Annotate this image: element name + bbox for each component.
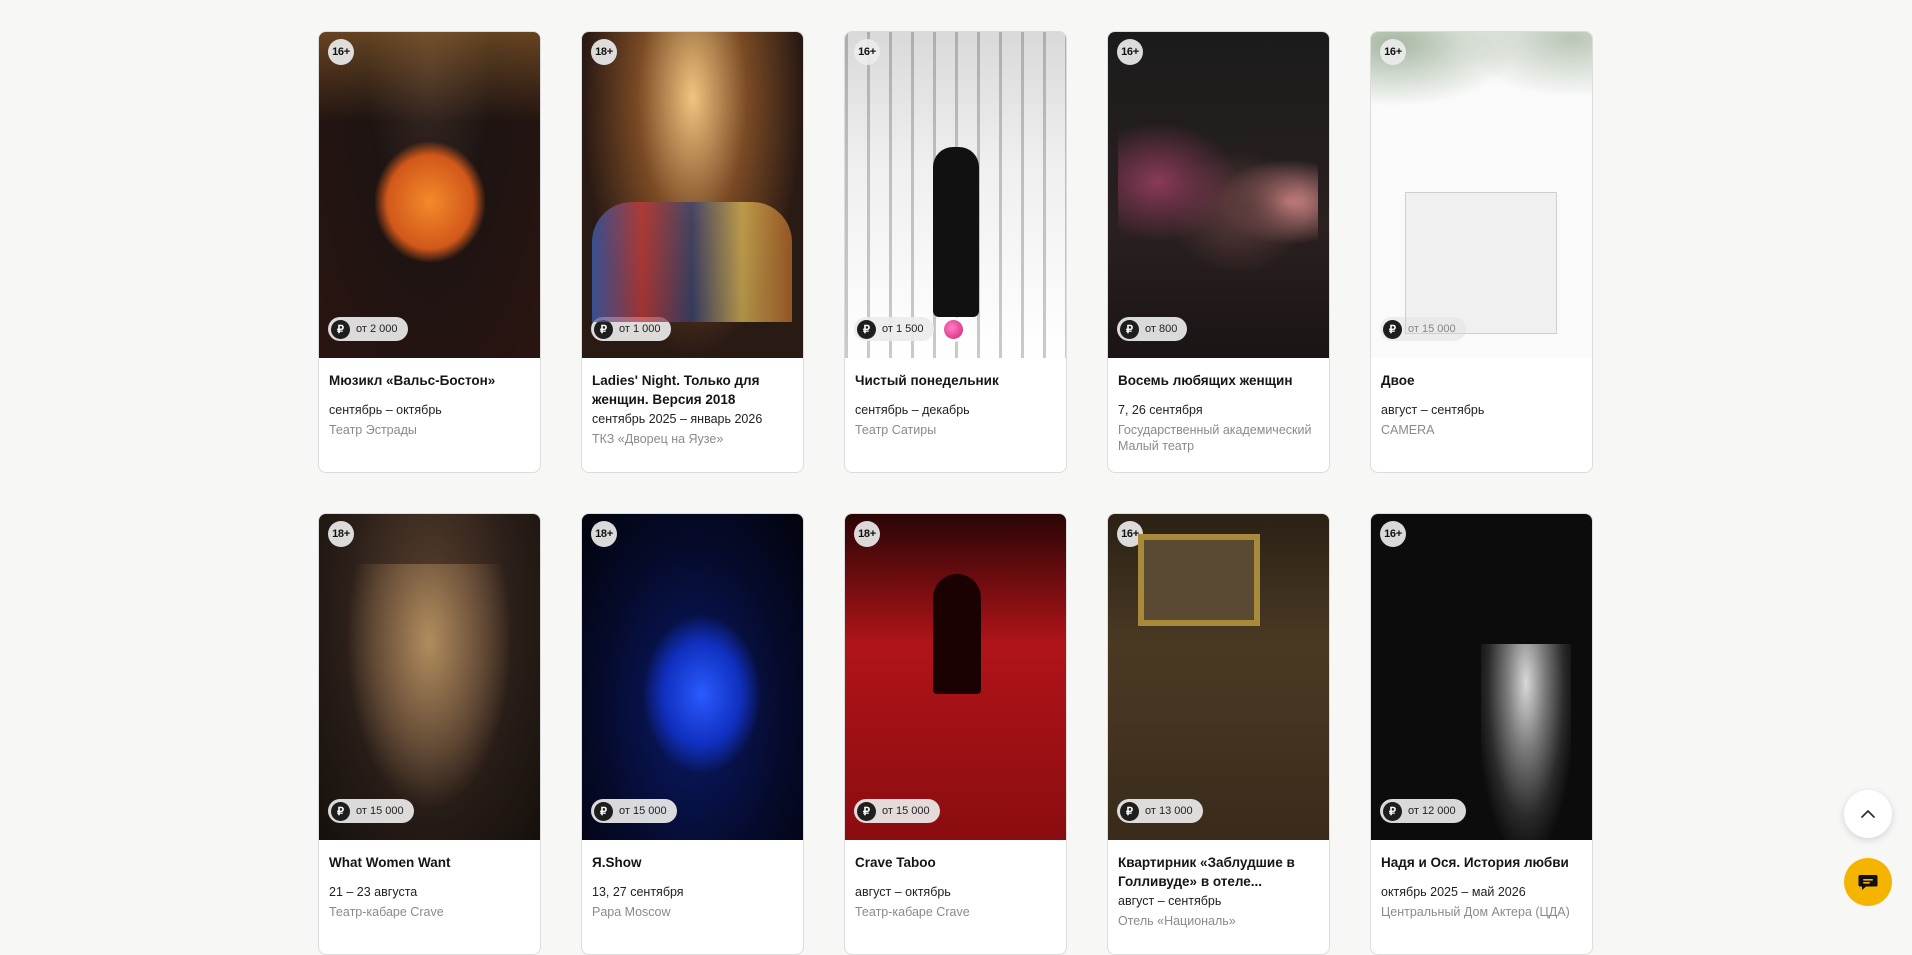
price-badge: ₽ от 15 000 [1380,317,1466,341]
age-rating-badge: 16+ [328,39,354,65]
scroll-to-top-button[interactable] [1844,790,1892,838]
price-label: от 2 000 [356,323,398,335]
event-dates: август – октябрь [855,885,951,899]
event-dates: сентябрь 2025 – январь 2026 [592,412,763,426]
price-label: от 15 000 [882,805,930,817]
age-rating-badge: 16+ [1380,521,1406,547]
chevron-up-icon [1861,810,1875,818]
age-rating-badge: 16+ [854,39,880,65]
event-dates: октябрь 2025 – май 2026 [1381,885,1526,899]
ruble-icon: ₽ [594,801,613,821]
event-title[interactable]: Квартирник «Заблудшие в Голливуде» в оте… [1118,853,1319,891]
age-rating-badge: 18+ [328,521,354,547]
price-label: от 13 000 [1145,805,1193,817]
event-dates: август – сентябрь [1118,894,1222,908]
price-badge: ₽ от 2 000 [328,317,408,341]
price-badge: ₽ от 15 000 [328,799,414,823]
price-label: от 1 000 [619,323,661,335]
ruble-icon: ₽ [1383,319,1402,339]
event-poster[interactable]: 18+ ₽ от 15 000 [582,514,803,840]
price-label: от 15 000 [1408,323,1456,335]
event-card[interactable]: 16+ ₽ от 12 000 Надя и Ося. История любв… [1370,513,1593,955]
event-venue: Театр Эстрады [329,423,417,437]
event-poster[interactable]: 18+ ₽ от 15 000 [845,514,1066,840]
ruble-icon: ₽ [1120,319,1139,339]
age-rating-badge: 16+ [1380,39,1406,65]
age-rating-badge: 18+ [591,39,617,65]
event-poster[interactable]: 16+ ₽ от 2 000 [319,32,540,358]
event-poster[interactable]: 16+ ₽ от 15 000 [1371,32,1592,358]
event-title[interactable]: Чистый понедельник [855,371,1056,390]
event-dates: сентябрь – октябрь [329,403,442,417]
event-venue: Государственный академический Малый теат… [1118,423,1312,453]
event-title[interactable]: Мюзикл «Вальс-Бостон» [329,371,530,390]
event-card[interactable]: 16+ ₽ от 1 500 Чистый понедельник сентяб… [844,31,1067,473]
promo-badge-icon [941,317,966,342]
event-venue: Театр-кабаре Crave [855,905,970,919]
price-label: от 15 000 [619,805,667,817]
chat-bubble-icon [1858,875,1878,890]
event-title[interactable]: Я.Show [592,853,793,872]
price-label: от 800 [1145,323,1178,335]
event-poster[interactable]: 18+ ₽ от 1 000 [582,32,803,358]
event-title[interactable]: Ladies' Night. Только для женщин. Версия… [592,371,793,409]
event-card[interactable]: 16+ ₽ от 13 000 Квартирник «Заблудшие в … [1107,513,1330,955]
price-label: от 12 000 [1408,805,1456,817]
ruble-icon: ₽ [857,801,876,821]
price-badge: ₽ от 12 000 [1380,799,1466,823]
age-rating-badge: 18+ [854,521,880,547]
event-card[interactable]: 16+ ₽ от 800 Восемь любящих женщин 7, 26… [1107,31,1330,473]
event-title[interactable]: What Women Want [329,853,530,872]
price-badge: ₽ от 15 000 [854,799,940,823]
ruble-icon: ₽ [857,319,876,339]
event-venue: ТКЗ «Дворец на Яузе» [592,432,724,446]
price-badge: ₽ от 15 000 [591,799,677,823]
event-poster[interactable]: 16+ ₽ от 800 [1108,32,1329,358]
event-grid: 16+ ₽ от 2 000 Мюзикл «Вальс-Бостон» сен… [318,31,1593,955]
event-poster[interactable]: 16+ ₽ от 13 000 [1108,514,1329,840]
event-poster[interactable]: 18+ ₽ от 15 000 [319,514,540,840]
event-card[interactable]: 16+ ₽ от 15 000 Двое август – сентябрь C… [1370,31,1593,473]
event-dates: 13, 27 сентября [592,885,684,899]
event-dates: сентябрь – декабрь [855,403,970,417]
event-poster[interactable]: 16+ ₽ от 12 000 [1371,514,1592,840]
event-card[interactable]: 18+ ₽ от 15 000 Crave Taboo август – окт… [844,513,1067,955]
event-venue: Papa Moscow [592,905,671,919]
event-venue: Центральный Дом Актера (ЦДА) [1381,905,1570,919]
ruble-icon: ₽ [594,319,613,339]
event-card[interactable]: 18+ ₽ от 15 000 Я.Show 13, 27 сентября P… [581,513,804,955]
age-rating-badge: 18+ [591,521,617,547]
ruble-icon: ₽ [1120,801,1139,821]
ruble-icon: ₽ [331,801,350,821]
price-badge: ₽ от 1 000 [591,317,671,341]
event-venue: Театр Сатиры [855,423,937,437]
event-card[interactable]: 18+ ₽ от 1 000 Ladies' Night. Только для… [581,31,804,473]
price-label: от 15 000 [356,805,404,817]
age-rating-badge: 16+ [1117,521,1143,547]
price-badge: ₽ от 800 [1117,317,1188,341]
event-dates: 21 – 23 августа [329,885,418,899]
price-badge: ₽ от 1 500 [854,317,934,341]
chat-support-button[interactable] [1844,858,1892,906]
price-badge: ₽ от 13 000 [1117,799,1203,823]
event-card[interactable]: 18+ ₽ от 15 000 What Women Want 21 – 23 … [318,513,541,955]
age-rating-badge: 16+ [1117,39,1143,65]
ruble-icon: ₽ [1383,801,1402,821]
event-title[interactable]: Восемь любящих женщин [1118,371,1319,390]
event-title[interactable]: Двое [1381,371,1582,390]
event-dates: август – сентябрь [1381,403,1485,417]
event-venue: Театр-кабаре Crave [329,905,444,919]
ruble-icon: ₽ [331,319,350,339]
event-dates: 7, 26 сентября [1118,403,1203,417]
event-poster[interactable]: 16+ ₽ от 1 500 [845,32,1066,358]
event-title[interactable]: Надя и Ося. История любви [1381,853,1582,872]
event-card[interactable]: 16+ ₽ от 2 000 Мюзикл «Вальс-Бостон» сен… [318,31,541,473]
event-venue: CAMERA [1381,423,1435,437]
price-label: от 1 500 [882,323,924,335]
event-title[interactable]: Crave Taboo [855,853,1056,872]
